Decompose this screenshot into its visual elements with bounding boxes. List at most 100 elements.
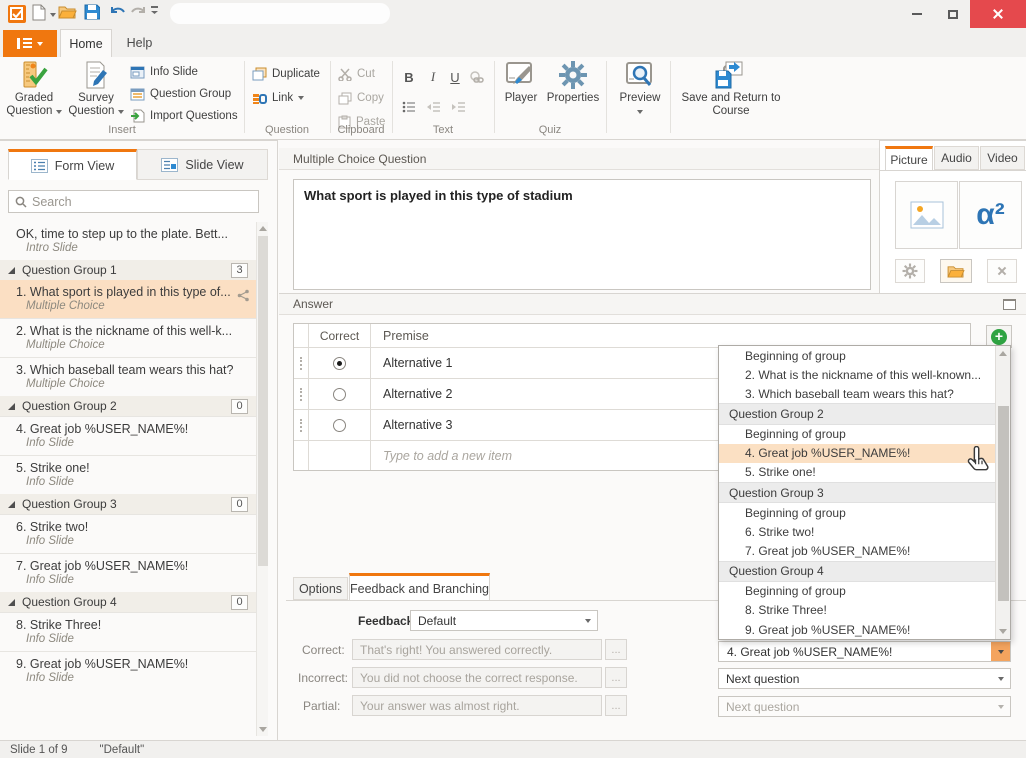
- list-group-2[interactable]: Question Group 2 0: [0, 396, 256, 416]
- correct-branch-select[interactable]: 4. Great job %USER_NAME%!: [718, 641, 1011, 662]
- scroll-down-icon[interactable]: [259, 727, 267, 732]
- redo-button[interactable]: [130, 4, 152, 24]
- preview-button[interactable]: Preview: [614, 60, 666, 118]
- tab-feedback-branching[interactable]: Feedback and Branching: [349, 573, 490, 601]
- tab-options[interactable]: Options: [293, 577, 348, 600]
- insert-picture-button[interactable]: [895, 181, 958, 249]
- dropdown-item[interactable]: 7. Great job %USER_NAME%!: [719, 541, 1010, 560]
- player-button[interactable]: Player: [498, 60, 544, 105]
- hyperlink-button[interactable]: [466, 66, 488, 88]
- scroll-up-icon[interactable]: [999, 351, 1007, 356]
- list-item-q6[interactable]: 6. Strike two! Info Slide: [0, 514, 256, 553]
- survey-question-button[interactable]: Survey Question: [66, 60, 126, 118]
- bold-button[interactable]: B: [398, 66, 420, 88]
- dropdown-item[interactable]: Beginning of group: [719, 425, 1010, 444]
- tab-picture[interactable]: Picture: [885, 146, 933, 170]
- list-item-q1[interactable]: 1. What sport is played in this type of.…: [0, 280, 256, 318]
- partial-more-button[interactable]: ...: [605, 695, 627, 716]
- question-text-editor[interactable]: What sport is played in this type of sta…: [293, 179, 871, 290]
- save-return-button[interactable]: Save and Return to Course: [676, 60, 786, 118]
- correct-radio[interactable]: [333, 388, 346, 401]
- dropdown-item[interactable]: 5. Strike one!: [719, 463, 1010, 482]
- qat-customize-icon[interactable]: [150, 4, 164, 24]
- incorrect-branch-select[interactable]: Next question: [718, 668, 1011, 689]
- list-item-q7[interactable]: 7. Great job %USER_NAME%! Info Slide: [0, 553, 256, 592]
- feedback-select[interactable]: Default: [410, 610, 598, 631]
- dropdown-item-highlighted[interactable]: 4. Great job %USER_NAME%!: [719, 444, 1010, 463]
- incorrect-feedback-field[interactable]: You did not choose the correct response.: [352, 667, 602, 688]
- correct-more-button[interactable]: ...: [605, 639, 627, 660]
- slide-list-scrollbar[interactable]: [256, 222, 268, 736]
- scroll-up-icon[interactable]: [259, 226, 267, 231]
- remove-picture-button[interactable]: [987, 259, 1017, 283]
- dropdown-item[interactable]: 3. Which baseball team wears this hat?: [719, 384, 1010, 403]
- dropdown-item[interactable]: Beginning of group: [719, 582, 1010, 601]
- partial-branch-select[interactable]: Next question: [718, 696, 1011, 717]
- import-questions-button[interactable]: Import Questions: [130, 106, 238, 126]
- expand-triangle-icon[interactable]: [8, 403, 15, 410]
- undo-button[interactable]: [108, 4, 130, 24]
- maximize-button[interactable]: [936, 0, 970, 28]
- dropdown-item[interactable]: Beginning of group: [719, 346, 1010, 365]
- minimize-button[interactable]: [900, 0, 934, 28]
- correct-radio[interactable]: [333, 357, 346, 370]
- list-item-q8[interactable]: 8. Strike Three! Info Slide: [0, 612, 256, 651]
- list-item-intro[interactable]: OK, time to step up to the plate. Bett..…: [0, 222, 256, 260]
- list-item-q2[interactable]: 2. What is the nickname of this well-k..…: [0, 318, 256, 357]
- underline-button[interactable]: U: [444, 66, 466, 88]
- info-slide-button[interactable]: Info Slide: [130, 62, 198, 82]
- list-item-q3[interactable]: 3. Which baseball team wears this hat? M…: [0, 357, 256, 396]
- close-button[interactable]: [970, 0, 1026, 28]
- search-input[interactable]: [32, 195, 252, 209]
- maximize-answer-icon[interactable]: [1003, 299, 1016, 310]
- list-item-q9[interactable]: 9. Great job %USER_NAME%! Info Slide: [0, 651, 256, 690]
- dropdown-open-button[interactable]: [991, 642, 1010, 661]
- incorrect-more-button[interactable]: ...: [605, 667, 627, 688]
- tab-help[interactable]: Help: [112, 29, 167, 57]
- picture-settings-button[interactable]: [895, 259, 925, 283]
- tab-audio[interactable]: Audio: [934, 146, 979, 170]
- dropdown-item[interactable]: 8. Strike Three!: [719, 601, 1010, 620]
- increase-indent-button[interactable]: [447, 96, 469, 118]
- dropdown-scrollbar[interactable]: [995, 346, 1010, 639]
- new-file-button[interactable]: [32, 4, 54, 24]
- list-group-4[interactable]: Question Group 4 0: [0, 592, 256, 612]
- list-item-q4[interactable]: 4. Great job %USER_NAME%! Info Slide: [0, 416, 256, 455]
- properties-button[interactable]: Properties: [544, 60, 602, 105]
- app-menu-button[interactable]: [3, 30, 57, 57]
- search-box[interactable]: [8, 190, 259, 213]
- copy-button[interactable]: Copy: [338, 88, 384, 108]
- expand-triangle-icon[interactable]: [8, 267, 15, 274]
- cut-button[interactable]: Cut: [338, 64, 375, 84]
- browse-picture-button[interactable]: [940, 259, 972, 283]
- dropdown-item[interactable]: Beginning of group: [719, 503, 1010, 522]
- tab-video[interactable]: Video: [980, 146, 1025, 170]
- tab-slide-view[interactable]: Slide View: [137, 149, 268, 180]
- dropdown-item[interactable]: 6. Strike two!: [719, 522, 1010, 541]
- duplicate-button[interactable]: Duplicate: [252, 64, 320, 84]
- drag-handle-icon[interactable]: [300, 419, 302, 432]
- partial-feedback-field[interactable]: Your answer was almost right.: [352, 695, 602, 716]
- correct-radio[interactable]: [333, 419, 346, 432]
- bullet-list-button[interactable]: [398, 96, 420, 118]
- dropdown-item[interactable]: 9. Great job %USER_NAME%!: [719, 620, 1010, 639]
- save-button[interactable]: [84, 4, 106, 24]
- list-group-3[interactable]: Question Group 3 0: [0, 494, 256, 514]
- scroll-down-icon[interactable]: [999, 629, 1007, 634]
- link-button[interactable]: Link: [252, 88, 304, 108]
- decrease-indent-button[interactable]: [422, 96, 444, 118]
- question-group-button[interactable]: Question Group: [130, 84, 231, 104]
- italic-button[interactable]: I: [422, 66, 444, 88]
- drag-handle-icon[interactable]: [300, 357, 302, 370]
- expand-triangle-icon[interactable]: [8, 501, 15, 508]
- open-folder-button[interactable]: [58, 4, 80, 24]
- list-item-q5[interactable]: 5. Strike one! Info Slide: [0, 455, 256, 494]
- drag-handle-icon[interactable]: [300, 388, 302, 401]
- dropdown-item[interactable]: 2. What is the nickname of this well-kno…: [719, 365, 1010, 384]
- scrollbar-thumb[interactable]: [998, 406, 1009, 601]
- graded-question-button[interactable]: Graded Question: [4, 60, 64, 118]
- list-group-1[interactable]: Question Group 1 3: [0, 260, 256, 280]
- tab-form-view[interactable]: Form View: [8, 149, 137, 180]
- insert-equation-button[interactable]: α²: [959, 181, 1022, 249]
- correct-feedback-field[interactable]: That's right! You answered correctly.: [352, 639, 602, 660]
